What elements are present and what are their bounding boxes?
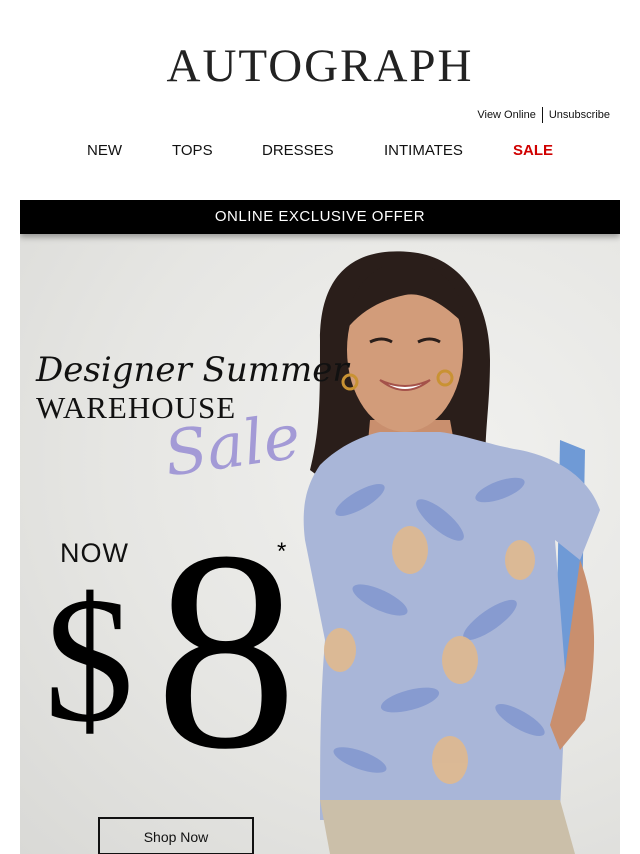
price-asterisk: * [277, 538, 287, 565]
price-currency: $ [44, 560, 134, 759]
hero-banner[interactable]: ONLINE EXCLUSIVE OFFER Designer Summer W… [20, 200, 620, 854]
offer-bar: ONLINE EXCLUSIVE OFFER [20, 200, 620, 234]
main-nav: NEW TOPS DRESSES INTIMATES SALE [0, 142, 640, 162]
view-online-link[interactable]: View Online [477, 109, 536, 121]
nav-item-intimates[interactable]: INTIMATES [384, 142, 463, 159]
shop-now-button[interactable]: Shop Now [98, 817, 254, 854]
nav-item-new[interactable]: NEW [87, 142, 122, 159]
nav-item-tops[interactable]: TOPS [172, 142, 213, 159]
nav-item-sale[interactable]: SALE [513, 142, 553, 159]
nav-item-dresses[interactable]: DRESSES [262, 142, 334, 159]
brand-logo[interactable]: AUTOGRAPH [0, 38, 640, 94]
headline-designer-summer: Designer Summer [36, 350, 349, 390]
unsubscribe-link[interactable]: Unsubscribe [549, 109, 610, 121]
utility-links: View Online Unsubscribe [477, 107, 610, 123]
utility-divider [541, 107, 543, 123]
